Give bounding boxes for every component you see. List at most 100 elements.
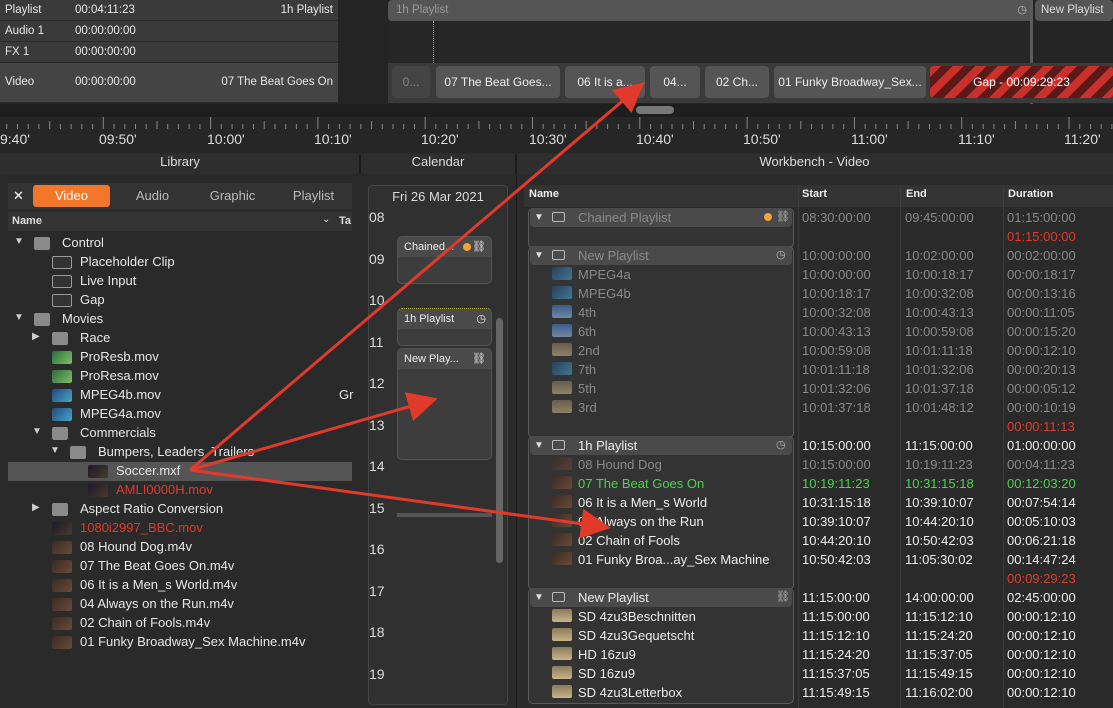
table-row[interactable]: MPEG4a 10:00:00:00 10:00:18:17 00:00:18:17 bbox=[528, 265, 1113, 284]
time-ruler[interactable]: 9:40' 09:50' 10:00' 10:10' 10:20' 10:30'… bbox=[0, 117, 1113, 153]
library-folder[interactable]: ▼ Commercials bbox=[8, 424, 352, 443]
table-row[interactable]: 04 Always on the Run 10:39:10:07 10:44:20:… bbox=[528, 512, 1113, 531]
table-row[interactable]: SD 4zu3Letterbox 11:15:49:15 11:16:02:00 00… bbox=[528, 683, 1113, 702]
library-folder[interactable]: ▶ Race bbox=[8, 329, 352, 348]
table-row[interactable]: 3rd 10:01:37:18 10:01:48:12 00:00:10:19 bbox=[528, 398, 1113, 417]
library-folder[interactable]: ▶ Aspect Ratio Conversion bbox=[8, 500, 352, 519]
new-playlist-bar[interactable]: New Playlist bbox=[1035, 0, 1113, 21]
library-folder[interactable]: ▼ Control bbox=[8, 234, 352, 253]
library-item[interactable]: 04 Always on the Run.m4v bbox=[8, 595, 352, 614]
calendar-block-chained[interactable]: Chained... ⛓ bbox=[397, 236, 492, 284]
video-clip[interactable]: 02 Ch... bbox=[705, 66, 769, 98]
tag-column[interactable]: Ta bbox=[339, 215, 351, 227]
library-item[interactable]: Gap bbox=[8, 291, 352, 310]
video-clip[interactable]: 04... bbox=[650, 66, 700, 98]
library-item[interactable]: 06 It is a Men_s World.m4v bbox=[8, 576, 352, 595]
track-fx[interactable]: FX 1 00:00:00:00 bbox=[0, 42, 338, 63]
cell-name: 5th bbox=[578, 381, 597, 396]
link-icon: ⛓ bbox=[776, 211, 790, 223]
playlist-group-row[interactable]: ▼ Chained Playlist 08:30:00:00 09:45:00:00 0… bbox=[528, 208, 1113, 227]
video-clip[interactable]: 0... bbox=[392, 66, 430, 98]
table-row[interactable]: 02 Chain of Fools 10:44:20:10 10:50:42:03 0… bbox=[528, 531, 1113, 550]
column-name[interactable]: Name bbox=[529, 188, 559, 206]
calendar-block-new[interactable]: New Play... ⛓ bbox=[397, 348, 492, 460]
table-row[interactable]: 2nd 10:00:59:08 10:01:11:18 00:00:12:10 bbox=[528, 341, 1113, 360]
table-row[interactable]: 6th 10:00:43:13 10:00:59:08 00:00:15:20 bbox=[528, 322, 1113, 341]
disclosure-closed-icon[interactable]: ▶ bbox=[32, 502, 40, 513]
library-item[interactable]: 02 Chain of Fools.m4v bbox=[8, 614, 352, 633]
table-row[interactable]: SD 4zu3Beschnitten 11:15:00:00 11:15:12:10… bbox=[528, 607, 1113, 626]
library-item[interactable]: 07 The Beat Goes On.m4v bbox=[8, 557, 352, 576]
cell-dur: 00:00:11:05 bbox=[1007, 305, 1075, 320]
clip-tool-icon bbox=[52, 256, 72, 269]
library-item[interactable]: ProResb.mov bbox=[8, 348, 352, 367]
cell-start: 11:15:12:10 bbox=[802, 628, 870, 643]
playlist-group-row[interactable]: ▼ New Playlist 11:15:00:00 14:00:00:00 02:45… bbox=[528, 588, 1113, 607]
table-row[interactable]: 08 Hound Dog 10:15:00:00 10:19:11:23 00:04:… bbox=[528, 455, 1113, 474]
track-video[interactable]: Video 00:00:00:00 07 The Beat Goes On bbox=[0, 63, 338, 103]
track-audio[interactable]: Audio 1 00:00:00:00 bbox=[0, 21, 338, 42]
column-end[interactable]: End bbox=[906, 188, 927, 206]
library-item[interactable]: Placeholder Clip bbox=[8, 253, 352, 272]
playlist-bar[interactable]: 1h Playlist ◷ bbox=[388, 0, 1033, 21]
column-duration[interactable]: Duration bbox=[1008, 188, 1053, 206]
video-clip[interactable]: 07 The Beat Goes... bbox=[436, 66, 560, 98]
calendar-scrollbar[interactable] bbox=[496, 318, 503, 563]
disclosure-open-icon[interactable]: ▼ bbox=[534, 592, 544, 603]
video-clip[interactable]: 06 It is a... bbox=[565, 66, 645, 98]
chevron-down-icon[interactable]: ⌄ bbox=[322, 214, 330, 225]
table-row[interactable]: MPEG4b 10:00:18:17 10:00:32:08 00:00:13:16 bbox=[528, 284, 1113, 303]
library-folder[interactable]: ▼ Bumpers, Leaders, Trailers bbox=[8, 443, 352, 462]
table-row[interactable]: HD 16zu9 11:15:24:20 11:15:37:05 00:00:12:1… bbox=[528, 645, 1113, 664]
column-start[interactable]: Start bbox=[802, 188, 827, 206]
track-playlist[interactable]: Playlist 00:04:11:23 1h Playlist bbox=[0, 0, 338, 21]
gap-clip[interactable]: Gap - 00:09:29:23 bbox=[930, 66, 1113, 98]
close-icon[interactable]: ✕ bbox=[13, 188, 24, 204]
gap-summary-row[interactable]: 00:09:29:23 bbox=[528, 569, 1113, 588]
table-row[interactable]: 4th 10:00:32:08 10:00:43:13 00:00:11:05 bbox=[528, 303, 1113, 322]
tab-video[interactable]: Video bbox=[33, 185, 110, 207]
table-row[interactable]: 07 The Beat Goes On 10:19:11:23 10:31:15:1… bbox=[528, 474, 1113, 493]
gap-summary-row[interactable]: 01:15:00:00 bbox=[528, 227, 1113, 246]
library-item[interactable]: MPEG4b.mov Gr bbox=[8, 386, 353, 405]
library-item[interactable]: MPEG4a.mov bbox=[8, 405, 352, 424]
table-row[interactable]: 5th 10:01:32:06 10:01:37:18 00:00:05:12 bbox=[528, 379, 1113, 398]
library-item[interactable]: 01 Funky Broadway_Sex Machine.m4v bbox=[8, 633, 352, 652]
tab-audio[interactable]: Audio bbox=[115, 185, 190, 207]
table-row[interactable]: SD 4zu3Gequetscht 11:15:12:10 11:15:24:20 0… bbox=[528, 626, 1113, 645]
tab-graphic[interactable]: Graphic bbox=[195, 185, 270, 207]
library-item[interactable]: AMLI0000H.mov bbox=[8, 481, 352, 500]
library-folder[interactable]: ▼ Movies bbox=[8, 310, 352, 329]
calendar-block-1h[interactable]: 1h Playlist ◷ bbox=[397, 308, 492, 346]
cell-name: 06 It is a Men_s World bbox=[578, 495, 708, 510]
library-item[interactable]: Live Input bbox=[8, 272, 352, 291]
library-item[interactable]: 08 Hound Dog.m4v bbox=[8, 538, 352, 557]
library-item[interactable]: ProResa.mov bbox=[8, 367, 352, 386]
library-item[interactable]: Soccer.mxf bbox=[8, 462, 352, 481]
playlist-icon bbox=[552, 212, 565, 222]
timeline-scrollbar[interactable] bbox=[636, 106, 674, 114]
tab-playlist[interactable]: Playlist bbox=[275, 185, 352, 207]
disclosure-open-icon[interactable]: ▼ bbox=[534, 212, 544, 223]
cell-start: 10:15:00:00 bbox=[802, 457, 871, 472]
disclosure-open-icon[interactable]: ▼ bbox=[534, 250, 544, 261]
disclosure-open-icon[interactable]: ▼ bbox=[14, 312, 24, 323]
gap-summary-row[interactable]: 00:00:11:13 bbox=[528, 417, 1113, 436]
table-row[interactable]: 7th 10:01:11:18 10:01:32:06 00:00:20:13 bbox=[528, 360, 1113, 379]
video-clip[interactable]: 01 Funky Broadway_Sex... bbox=[774, 66, 926, 98]
library-item[interactable]: 1080i2997_BBC.mov bbox=[8, 519, 352, 538]
table-row[interactable]: 06 It is a Men_s World 10:31:15:18 10:39:1… bbox=[528, 493, 1113, 512]
disclosure-open-icon[interactable]: ▼ bbox=[14, 236, 24, 247]
disclosure-open-icon[interactable]: ▼ bbox=[534, 440, 544, 451]
cell-end: 10:01:48:12 bbox=[905, 400, 974, 415]
playlist-group-row[interactable]: ▼ New Playlist 10:00:00:00 10:02:00:00 00:02… bbox=[528, 246, 1113, 265]
disclosure-closed-icon[interactable]: ▶ bbox=[32, 331, 40, 342]
library-column-header[interactable]: Name ⌄ Ta bbox=[8, 212, 352, 231]
disclosure-open-icon[interactable]: ▼ bbox=[50, 445, 60, 456]
playlist-group-row[interactable]: ▼ 1h Playlist 10:15:00:00 11:15:00:00 01:00:… bbox=[528, 436, 1113, 455]
disclosure-open-icon[interactable]: ▼ bbox=[32, 426, 42, 437]
table-row[interactable]: 01 Funky Broa...ay_Sex Machine 10:50:42:0… bbox=[528, 550, 1113, 569]
table-row[interactable]: SD 16zu9 11:15:37:05 11:15:49:15 00:00:12:1… bbox=[528, 664, 1113, 683]
name-column[interactable]: Name bbox=[12, 215, 42, 227]
cell-end: 10:39:10:07 bbox=[905, 495, 974, 510]
